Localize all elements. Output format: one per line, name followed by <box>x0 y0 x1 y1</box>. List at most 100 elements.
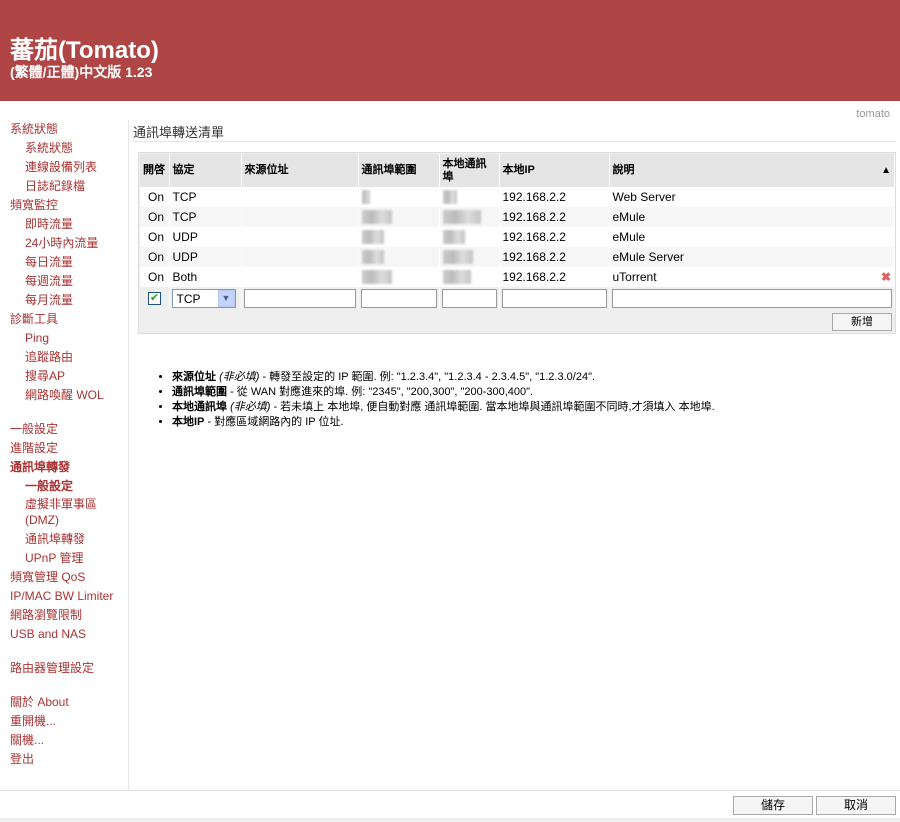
port-range-cell <box>358 207 440 227</box>
sidebar-item[interactable]: 虛擬非軍事區 (DMZ) <box>0 496 110 530</box>
sidebar-item[interactable]: 診斷工具 <box>0 310 128 329</box>
redacted-value <box>361 250 384 265</box>
col-header[interactable]: 通訊埠範圍 <box>358 154 440 187</box>
table-row[interactable]: On TCP 192.168.2.2 eMule <box>140 207 895 227</box>
table-row[interactable]: On UDP 192.168.2.2 eMule <box>140 227 895 247</box>
sidebar-item[interactable]: 每月流量 <box>0 291 128 310</box>
local-ip-cell: 192.168.2.2 <box>499 187 610 207</box>
description-text: eMule <box>612 210 646 224</box>
col-header[interactable]: 來源位址 <box>241 154 359 187</box>
sidebar-item[interactable]: 24小時內流量 <box>0 234 128 253</box>
redacted-value <box>361 270 392 285</box>
note-term: 本地IP <box>172 416 205 428</box>
port-forward-table: 開啓 協定 來源位址 通訊埠範圍 本地通訊埠 本地IP 說明 ▲ On TCP 1… <box>138 152 896 334</box>
description-text: eMule Server <box>612 250 684 264</box>
table-row[interactable]: On TCP 192.168.2.2 Web Server <box>140 187 895 207</box>
protocol-select[interactable]: TCP ▼ <box>171 288 236 308</box>
sidebar-item[interactable]: 網路瀏覽限制 <box>0 606 128 625</box>
sidebar-item[interactable]: 一般設定 <box>0 420 128 439</box>
sidebar-item[interactable]: 頻寬監控 <box>0 196 128 215</box>
add-button[interactable]: 新增 <box>832 313 892 331</box>
sidebar-item[interactable]: 一般設定 <box>0 477 128 496</box>
sidebar-item[interactable]: 網路喚醒 WOL <box>0 386 128 405</box>
section-title: 通訊埠轉送清單 <box>133 125 225 140</box>
local-port-input[interactable] <box>441 288 497 308</box>
description-cell: Web Server <box>609 187 895 207</box>
sidebar-item[interactable]: 連線設備列表 <box>0 158 128 177</box>
sidebar-item[interactable]: IP/MAC BW Limiter <box>0 587 128 606</box>
local-port-cell <box>439 207 500 227</box>
sidebar-item[interactable]: 系統狀態 <box>0 139 128 158</box>
delete-icon[interactable]: ✖ <box>881 270 891 284</box>
source-address-input[interactable] <box>243 288 356 308</box>
sidebar-item[interactable]: 系統狀態 <box>0 120 128 139</box>
note-text: - 從 WAN 對應進來的埠. 例: "2345", "200,300", "2… <box>230 386 534 398</box>
sidebar-item[interactable]: 日誌紀錄檔 <box>0 177 128 196</box>
router-name: tomato <box>856 108 890 120</box>
table-row[interactable]: On UDP 192.168.2.2 eMule Server <box>140 247 895 267</box>
col-header[interactable]: 說明 ▲ <box>609 154 895 187</box>
help-note: 本地IP - 對應區域網路內的 IP 位址. <box>172 415 715 430</box>
enabled-cell: On <box>140 227 170 247</box>
description-text: uTorrent <box>612 270 657 284</box>
redacted-value <box>361 230 384 245</box>
sidebar-item[interactable]: 搜尋AP <box>0 367 128 386</box>
sidebar-item[interactable]: 通訊埠轉發 <box>0 530 128 549</box>
protocol-value: TCP <box>176 291 201 306</box>
col-header[interactable]: 本地IP <box>499 154 610 187</box>
help-note: 來源位址 (非必填) - 轉發至設定的 IP 範圍. 例: "1.2.3.4",… <box>172 370 715 385</box>
sort-up-arrow-icon[interactable]: ▲ <box>881 164 891 177</box>
sidebar-item[interactable]: 重開機... <box>0 712 128 731</box>
local-ip-cell: 192.168.2.2 <box>499 227 610 247</box>
port-range-input[interactable] <box>360 288 437 308</box>
redacted-value <box>442 230 465 245</box>
enable-checkbox[interactable]: ✔ <box>148 291 161 305</box>
app-title: 蕃茄(Tomato) <box>10 37 159 64</box>
description-input[interactable] <box>611 288 892 308</box>
protocol-cell: TCP <box>169 187 242 207</box>
sidebar-item[interactable]: 通訊埠轉發 <box>0 458 128 477</box>
sidebar-item[interactable]: 進階設定 <box>0 439 128 458</box>
description-cell: uTorrent ✖ <box>609 267 895 287</box>
divider <box>0 790 900 791</box>
local-port-cell <box>439 187 500 207</box>
enabled-cell: On <box>140 207 170 227</box>
note-text: - 轉發至設定的 IP 範圍. 例: "1.2.3.4", "1.2.3.4 -… <box>259 371 596 383</box>
port-range-cell <box>358 267 440 287</box>
table-row[interactable]: On Both 192.168.2.2 uTorrent ✖ <box>140 267 895 287</box>
local-ip-input[interactable] <box>501 288 607 308</box>
sidebar-item[interactable]: 路由器管理設定 <box>0 659 128 678</box>
source-cell <box>241 227 359 247</box>
cancel-button[interactable]: 取消 <box>816 796 896 815</box>
col-header[interactable]: 本地通訊埠 <box>439 154 500 187</box>
protocol-cell: TCP <box>169 207 242 227</box>
source-cell <box>241 247 359 267</box>
sidebar-item[interactable]: 關於 About <box>0 693 128 712</box>
sidebar-item[interactable]: 每週流量 <box>0 272 128 291</box>
description-text: Web Server <box>612 190 676 204</box>
enabled-cell: On <box>140 267 170 287</box>
sidebar-item[interactable]: UPnP 管理 <box>0 549 128 568</box>
description-cell: eMule <box>609 207 895 227</box>
sidebar-item[interactable]: 登出 <box>0 750 128 769</box>
sidebar-item[interactable]: Ping <box>0 329 128 348</box>
description-text: eMule <box>612 230 646 244</box>
table-header: 開啓 協定 來源位址 通訊埠範圍 本地通訊埠 本地IP 說明 ▲ <box>140 154 895 187</box>
sidebar-item[interactable]: 頻寬管理 QoS <box>0 568 128 587</box>
sidebar-item[interactable]: 關機... <box>0 731 128 750</box>
note-term: 來源位址 <box>172 371 216 383</box>
description-cell: eMule Server <box>609 247 895 267</box>
col-header[interactable]: 協定 <box>169 154 242 187</box>
sidebar-item[interactable]: USB and NAS <box>0 625 128 644</box>
col-header[interactable]: 開啓 <box>140 154 170 187</box>
enabled-cell: On <box>140 247 170 267</box>
sidebar-item[interactable]: 即時流量 <box>0 215 128 234</box>
sidebar-item[interactable]: 每日流量 <box>0 253 128 272</box>
app-version: (繁體/正體)中文版 1.23 <box>10 64 153 80</box>
save-button[interactable]: 儲存 <box>733 796 813 815</box>
note-text: - 若未填上 本地埠, 便自動對應 通訊埠範圍. 當本地埠與通訊埠範圍不同時,才… <box>270 401 715 413</box>
sidebar-item[interactable]: 追蹤路由 <box>0 348 128 367</box>
local-ip-cell: 192.168.2.2 <box>499 267 610 287</box>
redacted-value <box>442 210 481 225</box>
